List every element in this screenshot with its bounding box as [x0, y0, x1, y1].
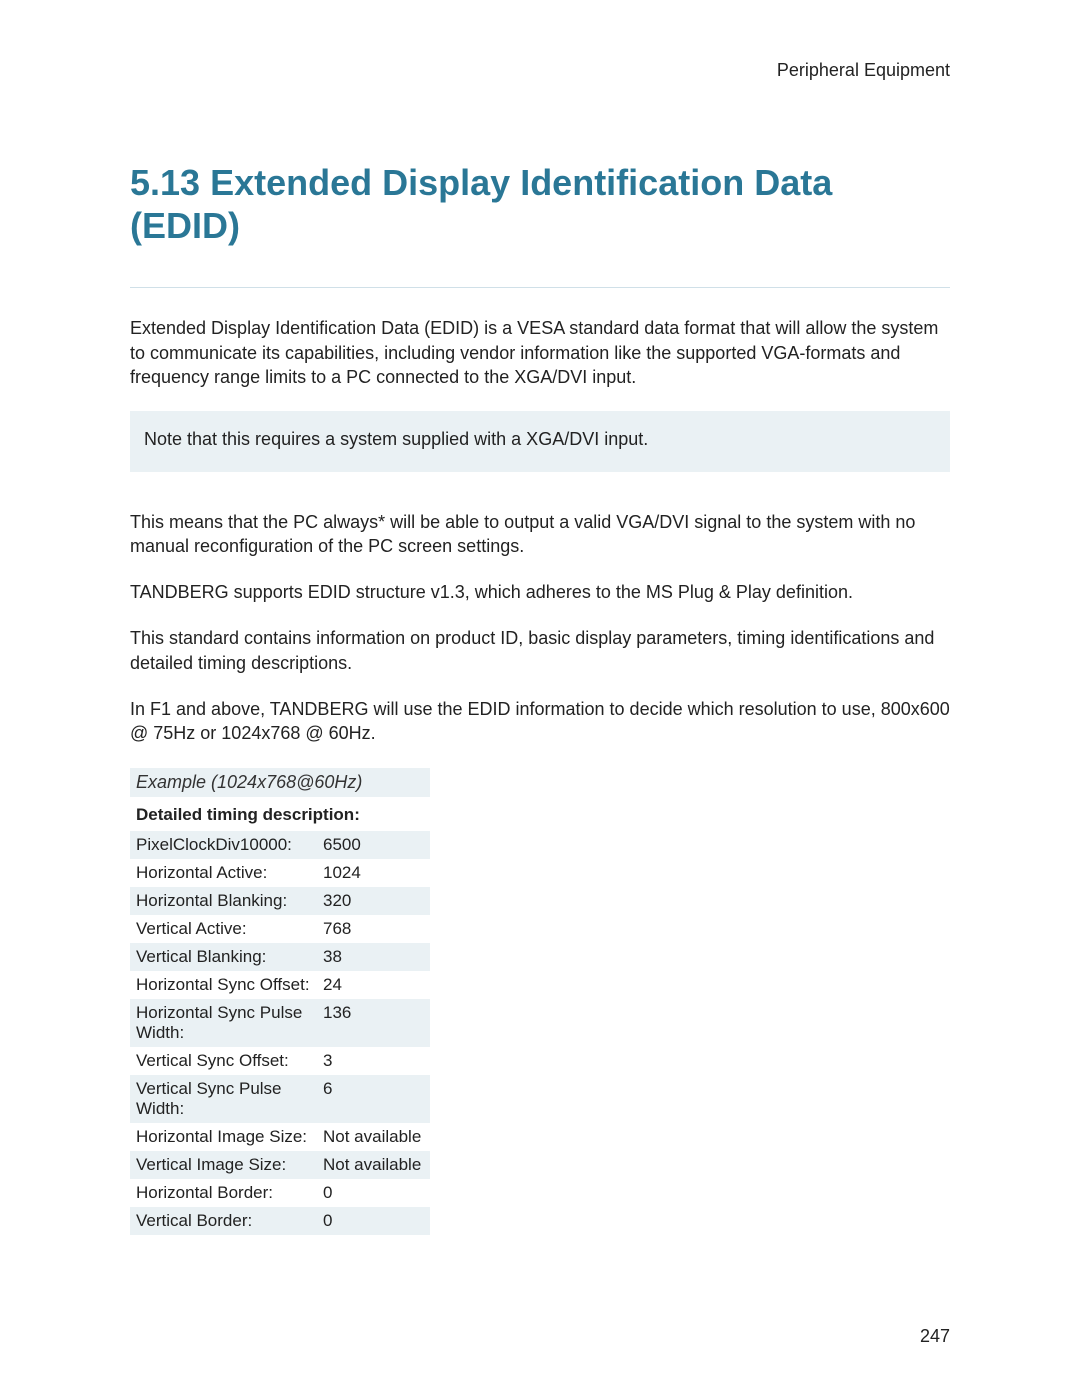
- paragraph-2: This means that the PC always* will be a…: [130, 510, 950, 559]
- table-value: 38: [317, 943, 430, 971]
- table-label: Vertical Blanking:: [130, 943, 317, 971]
- table-row: Horizontal Border:0: [130, 1179, 430, 1207]
- table-row: Horizontal Active:1024: [130, 859, 430, 887]
- table-value: 320: [317, 887, 430, 915]
- paragraph-3: TANDBERG supports EDID structure v1.3, w…: [130, 580, 950, 604]
- table-value: 0: [317, 1179, 430, 1207]
- table-row: Horizontal Sync Pulse Width:136: [130, 999, 430, 1047]
- table-row: Vertical Sync Pulse Width:6: [130, 1075, 430, 1123]
- table-header: Detailed timing description:: [130, 799, 430, 831]
- section-divider: [130, 287, 950, 288]
- table-value: 768: [317, 915, 430, 943]
- table-value: 6: [317, 1075, 430, 1123]
- page-number: 247: [920, 1326, 950, 1347]
- table-row: Vertical Image Size:Not available: [130, 1151, 430, 1179]
- table-row: Vertical Sync Offset:3: [130, 1047, 430, 1075]
- intro-paragraph: Extended Display Identification Data (ED…: [130, 316, 950, 389]
- header-label: Peripheral Equipment: [130, 60, 950, 81]
- table-label: Horizontal Image Size:: [130, 1123, 317, 1151]
- table-label: PixelClockDiv10000:: [130, 831, 317, 859]
- paragraph-4: This standard contains information on pr…: [130, 626, 950, 675]
- table-value: 6500: [317, 831, 430, 859]
- paragraph-5: In F1 and above, TANDBERG will use the E…: [130, 697, 950, 746]
- table-label: Horizontal Border:: [130, 1179, 317, 1207]
- timing-table: Detailed timing description: PixelClockD…: [130, 799, 430, 1235]
- table-label: Vertical Sync Pulse Width:: [130, 1075, 317, 1123]
- table-value: 1024: [317, 859, 430, 887]
- table-row: Vertical Blanking:38: [130, 943, 430, 971]
- table-row: PixelClockDiv10000:6500: [130, 831, 430, 859]
- note-box: Note that this requires a system supplie…: [130, 411, 950, 471]
- table-value: Not available: [317, 1151, 430, 1179]
- example-title: Example (1024x768@60Hz): [130, 768, 430, 797]
- title-text: Extended Display Identification Data (ED…: [130, 162, 832, 246]
- table-label: Horizontal Sync Offset:: [130, 971, 317, 999]
- table-row: Horizontal Sync Offset:24: [130, 971, 430, 999]
- table-label: Vertical Border:: [130, 1207, 317, 1235]
- table-label: Vertical Sync Offset:: [130, 1047, 317, 1075]
- table-value: 24: [317, 971, 430, 999]
- table-row: Vertical Border:0: [130, 1207, 430, 1235]
- table-label: Horizontal Sync Pulse Width:: [130, 999, 317, 1047]
- table-value: Not available: [317, 1123, 430, 1151]
- title-number: 5.13: [130, 162, 200, 203]
- table-row: Horizontal Image Size:Not available: [130, 1123, 430, 1151]
- table-row: Horizontal Blanking:320: [130, 887, 430, 915]
- table-label: Horizontal Blanking:: [130, 887, 317, 915]
- table-value: 3: [317, 1047, 430, 1075]
- table-label: Vertical Active:: [130, 915, 317, 943]
- table-value: 136: [317, 999, 430, 1047]
- table-row: Vertical Active:768: [130, 915, 430, 943]
- table-value: 0: [317, 1207, 430, 1235]
- section-title: 5.13 Extended Display Identification Dat…: [130, 161, 950, 247]
- table-label: Vertical Image Size:: [130, 1151, 317, 1179]
- table-label: Horizontal Active:: [130, 859, 317, 887]
